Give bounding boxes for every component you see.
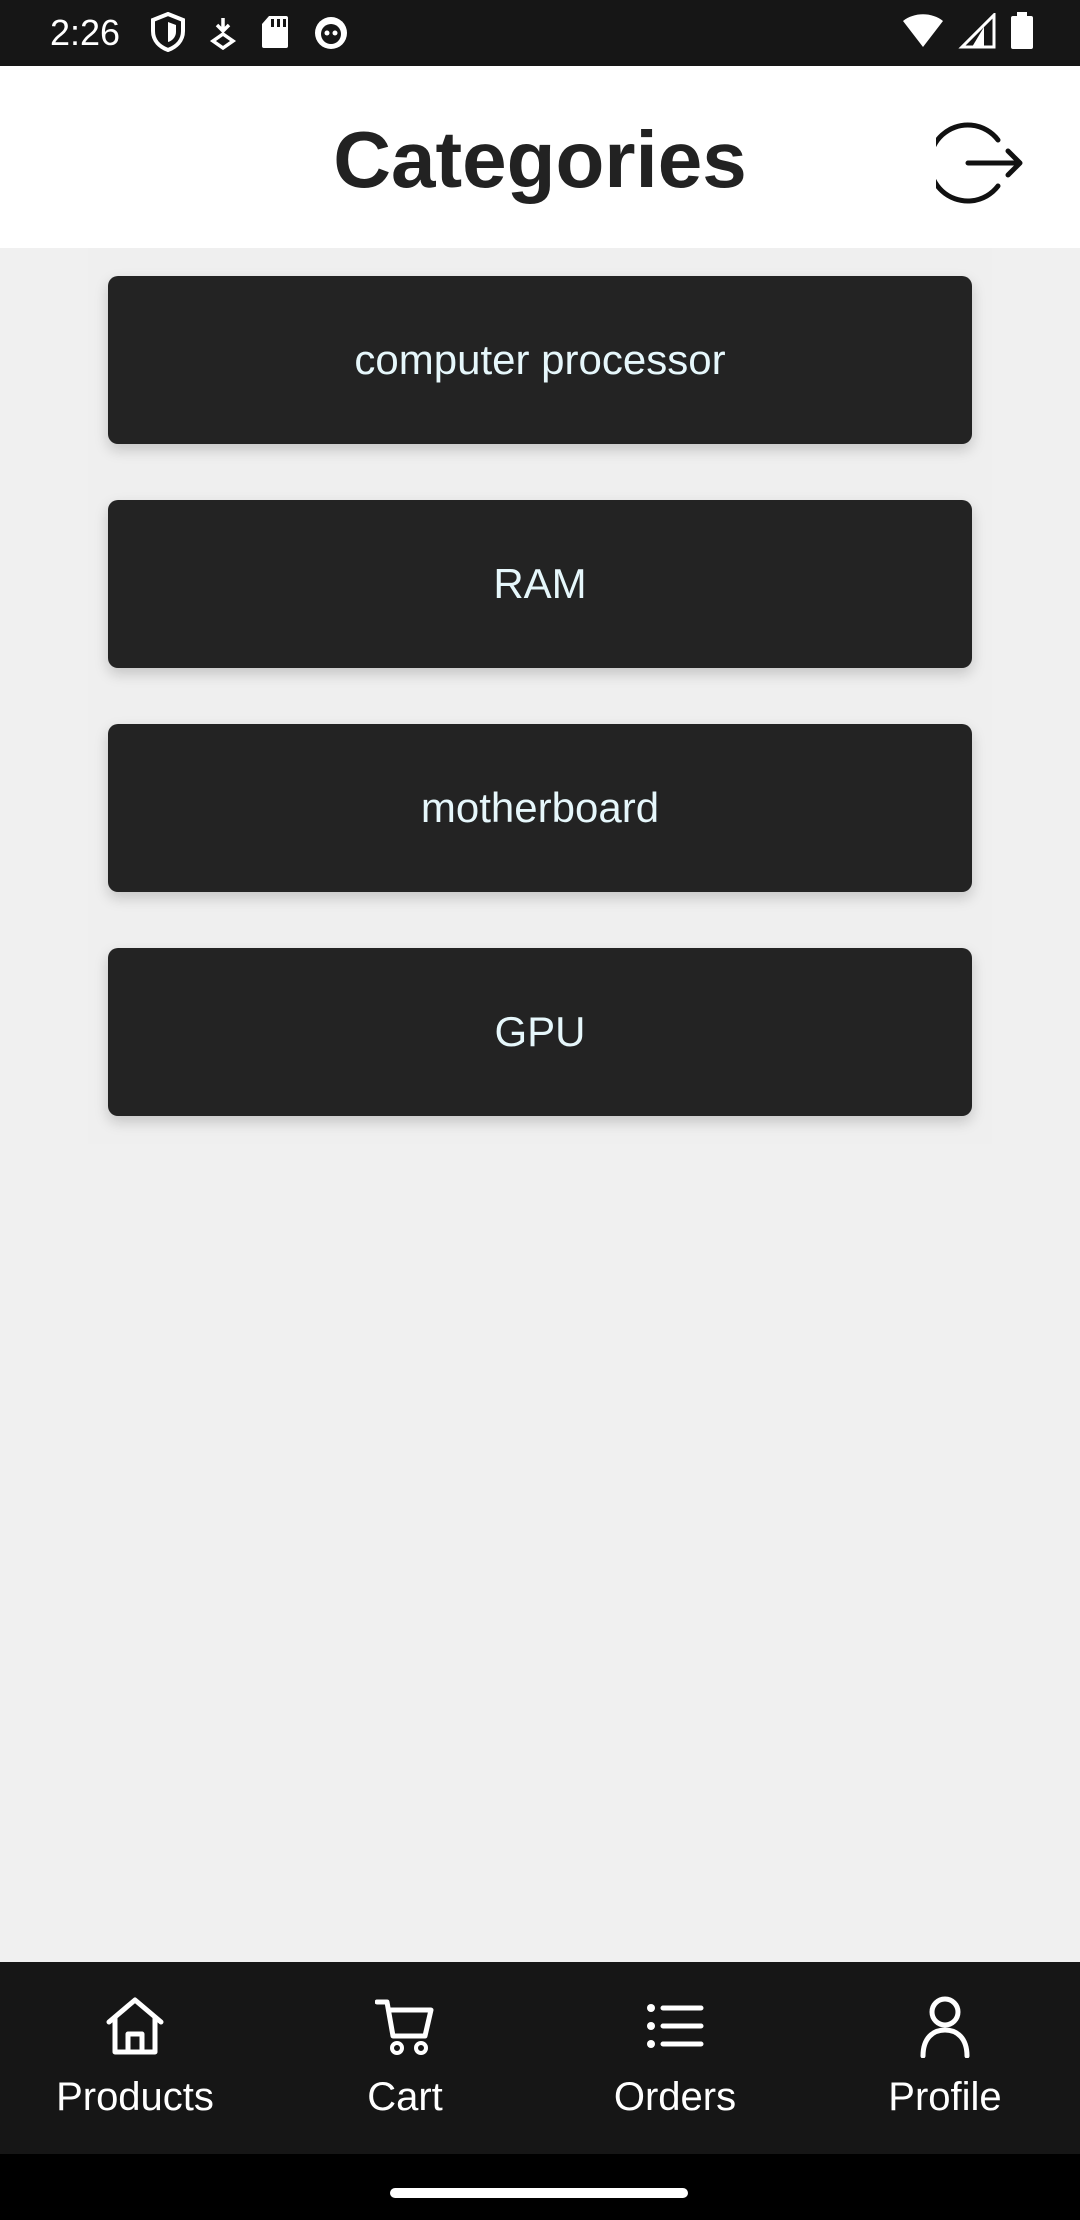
category-label: motherboard <box>420 784 660 831</box>
status-icons-left <box>150 12 350 52</box>
nav-item-orders[interactable]: Orders <box>540 1962 810 2154</box>
nav-label: Cart <box>367 2075 443 2119</box>
nav-label: Orders <box>613 2075 737 2119</box>
logout-icon <box>927 122 1023 204</box>
app-header: Categories <box>0 66 1080 248</box>
nav-label: Products <box>56 2075 214 2119</box>
nav-item-cart[interactable]: Cart <box>270 1962 540 2154</box>
list-icon <box>647 2004 704 2048</box>
category-card-motherboard[interactable]: motherboard <box>108 724 972 892</box>
cart-icon <box>375 1999 434 2055</box>
home-icon <box>106 1997 164 2055</box>
category-card-computer-processor[interactable]: computer processor <box>108 276 972 444</box>
page-title: Categories <box>333 115 747 204</box>
home-gesture-handle[interactable] <box>390 2188 688 2198</box>
category-label: RAM <box>493 560 587 607</box>
category-card-ram[interactable]: RAM <box>108 500 972 668</box>
nav-item-products[interactable]: Products <box>0 1962 270 2154</box>
status-bar: 2:26 <box>0 0 1080 66</box>
nav-item-profile[interactable]: Profile <box>810 1962 1080 2154</box>
cat-icon <box>315 17 347 49</box>
signal-icon <box>958 13 996 49</box>
download-icon <box>209 18 237 50</box>
category-label: computer processor <box>354 336 726 383</box>
category-card-gpu[interactable]: GPU <box>108 948 972 1116</box>
category-list: computer processor RAM motherboard GPU <box>88 248 992 1144</box>
sd-card-icon <box>262 16 288 48</box>
battery-icon <box>1011 12 1033 49</box>
gesture-bar <box>0 2154 1080 2220</box>
nav-label: Profile <box>888 2075 1002 2119</box>
wifi-icon <box>903 14 943 47</box>
status-icons-right <box>902 12 1034 50</box>
person-icon <box>920 1996 970 2058</box>
category-label: GPU <box>494 1008 586 1055</box>
logout-button[interactable] <box>927 118 1026 208</box>
shield-icon <box>151 12 185 52</box>
bottom-nav: Products Cart Orders Profile <box>0 1962 1080 2154</box>
status-time: 2:26 <box>50 12 121 53</box>
